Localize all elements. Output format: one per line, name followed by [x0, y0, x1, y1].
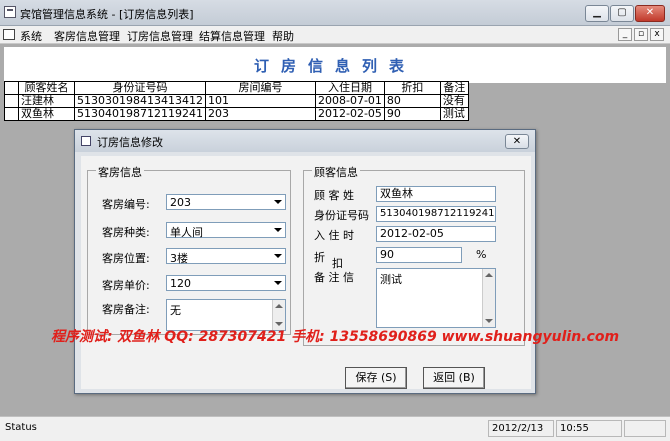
status-panel — [624, 420, 666, 437]
room-type-label: 客房种类: — [102, 226, 150, 239]
minimize-button[interactable]: ▁ — [585, 5, 609, 22]
chevron-down-icon[interactable] — [272, 224, 284, 236]
mdi-restore-button[interactable]: ▫ — [634, 28, 648, 41]
room-type-select[interactable]: 单人间 — [166, 222, 286, 239]
id-number-input[interactable]: 513040198712119241 — [376, 206, 496, 222]
status-bar: Status 2012/2/13 10:55 — [0, 416, 670, 441]
room-price-label: 客房单价: — [102, 279, 150, 292]
watermark-text: 程序测试: 双鱼林 QQ: 287307421 手机: 13558690869 … — [50, 329, 620, 345]
menu-booking-info[interactable]: 订房信息管理 — [127, 28, 193, 44]
app-icon[interactable] — [4, 6, 16, 18]
table-cell[interactable]: 203 — [204, 107, 316, 121]
room-number-select[interactable]: 203 — [166, 194, 286, 210]
row-selector[interactable] — [4, 107, 19, 121]
edit-booking-dialog: 订房信息修改 ✕ 客房信息 客房编号: 203 客房种类: 单人间 客房位置: … — [74, 129, 536, 394]
menu-room-info[interactable]: 客房信息管理 — [54, 28, 120, 44]
guest-note-textarea[interactable]: 测试 — [376, 268, 496, 328]
chevron-down-icon[interactable] — [272, 250, 284, 262]
menu-help[interactable]: 帮助 — [272, 28, 294, 44]
guest-name-input[interactable]: 双鱼林 — [376, 186, 496, 202]
checkin-date-label: 入 住 时 — [314, 229, 354, 242]
table-cell[interactable]: 90 — [383, 107, 441, 121]
chevron-down-icon[interactable] — [272, 196, 284, 208]
dialog-body: 客房信息 客房编号: 203 客房种类: 单人间 客房位置: 3楼 客房单价: … — [81, 156, 531, 389]
window-title: 宾馆管理信息系统 - [订房信息列表] — [20, 8, 194, 21]
table-cell[interactable]: 汪建林 — [18, 94, 75, 108]
guest-note-label: 备 注 信 — [314, 271, 354, 284]
room-note-label: 客房备注: — [102, 303, 150, 316]
row-selector[interactable] — [4, 94, 19, 108]
back-button[interactable]: 返回 (B) — [423, 367, 485, 389]
percent-sign: % — [476, 248, 487, 261]
column-header[interactable]: 入住日期 — [314, 81, 385, 95]
chevron-down-icon[interactable] — [272, 277, 284, 289]
checkin-date-input[interactable]: 2012-02-05 — [376, 226, 496, 242]
table-row[interactable]: 双鱼林 513040198712119241 203 2012-02-05 90… — [4, 107, 469, 121]
table-cell[interactable]: 101 — [204, 94, 316, 108]
column-header[interactable]: 顾客姓名 — [18, 81, 75, 95]
table-header-row: 顾客姓名 身份证号码 房间编号 入住日期 折扣 备注 — [4, 81, 469, 95]
menu-system[interactable]: 系统 — [20, 28, 42, 44]
row-selector-header — [4, 81, 19, 95]
status-text: Status — [5, 422, 37, 433]
table-row[interactable]: 汪建林 513030198413413412 101 2008-07-01 80… — [4, 94, 469, 108]
table-cell[interactable]: 80 — [383, 94, 441, 108]
guest-name-label: 顾 客 姓 — [314, 189, 354, 202]
id-number-label: 身份证号码 — [314, 209, 369, 222]
room-info-group-label: 客房信息 — [96, 164, 144, 180]
table-cell[interactable]: 2012-02-05 — [314, 107, 385, 121]
room-location-label: 客房位置: — [102, 252, 150, 265]
guest-info-group: 顾客信息 顾 客 姓 双鱼林 身份证号码 513040198712119241 … — [303, 164, 525, 346]
dialog-title: 订房信息修改 — [97, 136, 163, 149]
close-button[interactable]: ✕ — [635, 5, 665, 22]
dialog-icon — [81, 136, 91, 146]
guest-info-group-label: 顾客信息 — [312, 164, 360, 180]
menu-bar: 系统 客房信息管理 订房信息管理 结算信息管理 帮助 _ ▫ x — [0, 26, 670, 44]
scrollbar[interactable] — [482, 269, 495, 327]
title-bar: 宾馆管理信息系统 - [订房信息列表] ▁ ▢ ✕ — [0, 0, 670, 26]
room-location-select[interactable]: 3楼 — [166, 248, 286, 265]
menu-settlement-info[interactable]: 结算信息管理 — [199, 28, 265, 44]
dialog-close-button[interactable]: ✕ — [505, 134, 529, 149]
table-cell[interactable]: 513040198712119241 — [74, 107, 206, 121]
table-cell[interactable]: 513030198413413412 — [74, 94, 206, 108]
room-price-select[interactable]: 120 — [166, 275, 286, 291]
discount-input[interactable]: 90 — [376, 247, 462, 263]
room-info-group: 客房信息 客房编号: 203 客房种类: 单人间 客房位置: 3楼 客房单价: … — [87, 164, 291, 335]
status-time: 10:55 — [556, 420, 622, 437]
list-title: 订房信息列表 — [253, 57, 416, 75]
table-cell[interactable]: 没有 — [439, 94, 469, 108]
column-header[interactable]: 身份证号码 — [74, 81, 206, 95]
save-button[interactable]: 保存 (S) — [345, 367, 407, 389]
document-icon[interactable] — [3, 29, 15, 40]
dialog-title-bar[interactable]: 订房信息修改 ✕ — [75, 130, 535, 152]
booking-table: 顾客姓名 身份证号码 房间编号 入住日期 折扣 备注 汪建林 513030198… — [4, 81, 469, 121]
maximize-button[interactable]: ▢ — [610, 5, 634, 22]
column-header[interactable]: 房间编号 — [204, 81, 316, 95]
mdi-minimize-button[interactable]: _ — [618, 28, 632, 41]
status-date: 2012/2/13 — [488, 420, 554, 437]
mdi-close-button[interactable]: x — [650, 28, 664, 41]
column-header[interactable]: 折扣 — [383, 81, 441, 95]
table-cell[interactable]: 双鱼林 — [18, 107, 75, 121]
discount-label: 折 — [314, 251, 325, 264]
room-number-label: 客房编号: — [102, 198, 150, 211]
column-header[interactable]: 备注 — [439, 81, 469, 95]
table-cell[interactable]: 2008-07-01 — [314, 94, 385, 108]
table-cell[interactable]: 测试 — [439, 107, 469, 121]
